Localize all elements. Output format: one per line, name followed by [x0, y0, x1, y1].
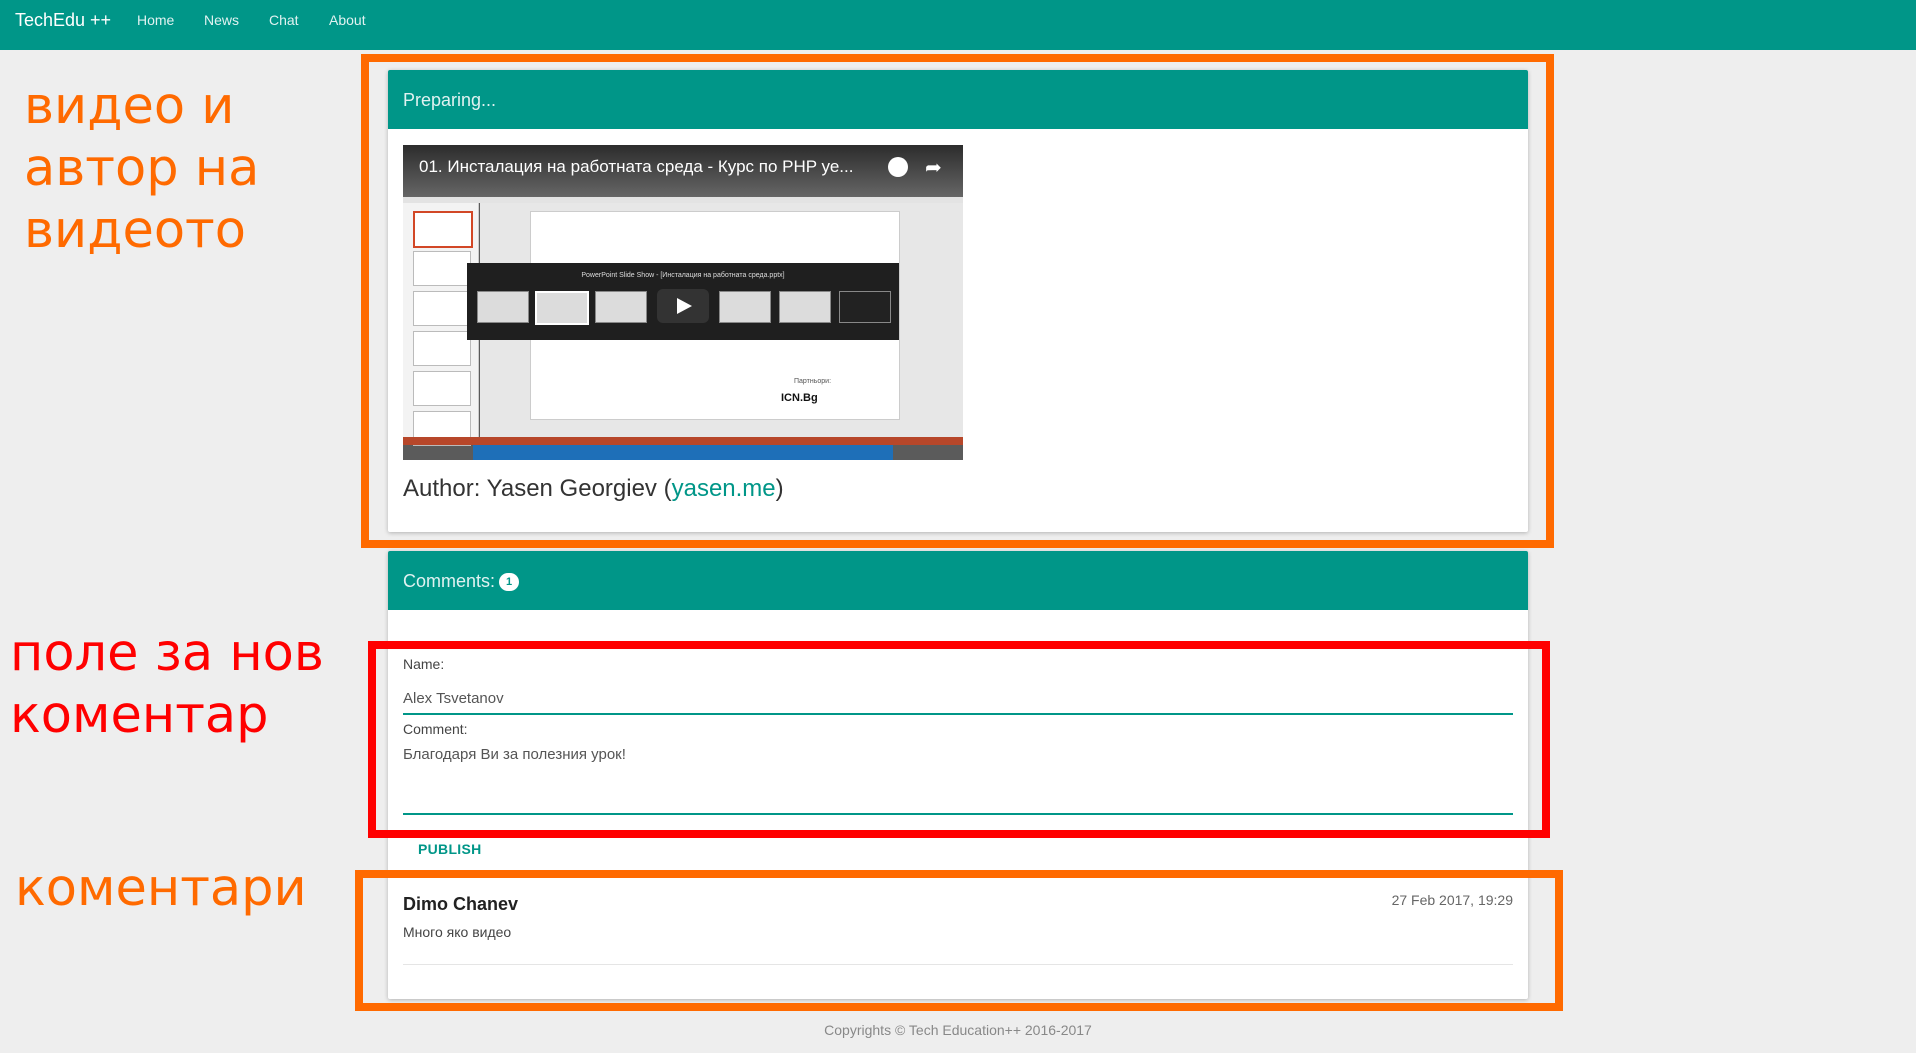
form-annotation-note: поле за нов коментар [10, 623, 324, 747]
annotation-line: коментари [15, 859, 307, 918]
annotation-line: видеото [24, 201, 246, 261]
comments-annotation-box [355, 870, 1563, 1011]
comments-label: Comments: [403, 571, 496, 591]
nav-chat[interactable]: Chat [269, 12, 299, 28]
publish-button[interactable]: PUBLISH [418, 841, 482, 857]
footer: Copyrights © Tech Education++ 2016-2017 [824, 1022, 1092, 1038]
video-annotation-note: видео и автор на видеото [24, 76, 259, 263]
nav-about[interactable]: About [329, 12, 366, 28]
comments-annotation-note: коментари [15, 858, 307, 920]
form-annotation-box [368, 641, 1550, 838]
nav-home[interactable]: Home [137, 12, 174, 28]
annotation-line: поле за нов [10, 624, 324, 683]
comments-card-header: Comments: 1 [388, 551, 1528, 610]
comments-count-badge: 1 [499, 573, 520, 591]
navbar: TechEdu ++ Home News Chat About [0, 0, 1916, 50]
nav-news[interactable]: News [204, 12, 239, 28]
brand-logo[interactable]: TechEdu ++ [15, 10, 111, 31]
video-annotation-box [361, 54, 1554, 548]
annotation-line: автор на [24, 139, 260, 199]
annotation-line: коментар [10, 686, 269, 746]
annotation-line: видео и [24, 77, 235, 136]
